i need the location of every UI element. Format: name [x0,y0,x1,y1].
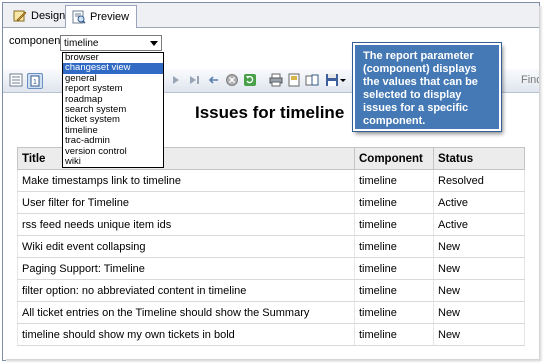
back-icon[interactable] [207,73,221,87]
cell-title: Paging Support: Timeline [17,257,355,280]
table-row: timeline should show my own tickets in b… [17,323,525,346]
export-dropdown-icon[interactable] [339,73,347,87]
cell-status: Active [433,213,525,236]
cell-component: timeline [354,169,434,192]
find-label[interactable]: Find [521,74,539,86]
table-row: All ticket entries on the Timeline shoul… [17,301,525,324]
tab-preview-label: Preview [90,11,130,23]
cell-component: timeline [354,235,434,258]
refresh-icon[interactable] [243,73,257,87]
save-icon[interactable] [325,73,339,87]
cell-component: timeline [354,213,434,236]
report-viewer-window: Design Preview component timeline browse… [2,2,540,361]
cell-title: filter option: no abbreviated content in… [17,279,355,302]
stop-icon[interactable] [225,73,239,87]
explanation-callout: The report parameter (component) display… [352,42,502,132]
table-row: Wiki edit event collapsing timeline New [17,235,525,258]
design-icon [13,9,27,23]
cell-component: timeline [354,279,434,302]
cell-title: rss feed needs unique item ids [17,213,355,236]
component-select[interactable]: timeline [60,35,162,51]
cell-component: timeline [354,301,434,324]
tab-design-label: Design [31,10,66,22]
page-view-icon[interactable]: 1 [27,73,43,89]
tab-preview[interactable]: Preview [65,5,137,28]
cell-status: New [433,279,525,302]
window-shadow-bottom [6,359,540,363]
cell-title: timeline should show my own tickets in b… [17,323,355,346]
cell-status: Active [433,191,525,214]
window-shadow-right [539,6,543,361]
cell-status: New [433,323,525,346]
table-row: rss feed needs unique item ids timeline Ac… [17,213,525,236]
cell-title: Wiki edit event collapsing [17,235,355,258]
preview-icon [72,10,86,24]
column-header-component: Component [354,147,434,170]
dropdown-option[interactable]: wiki [63,156,163,167]
cell-title: User filter for Timeline [17,191,355,214]
svg-text:1: 1 [33,79,37,86]
cell-component: timeline [354,257,434,280]
component-dropdown-list[interactable]: browser changeset view general report syste… [62,52,164,169]
chevron-down-icon [150,40,158,46]
cell-title: All ticket entries on the Timeline shoul… [17,301,355,324]
issues-table: Title Component Status Make timestamps l… [17,147,525,346]
cell-component: timeline [354,323,434,346]
tab-design[interactable]: Design [7,6,69,26]
cell-status: New [433,301,525,324]
parameter-label: component [9,35,64,47]
last-page-icon[interactable] [187,73,201,87]
cell-status: New [433,257,525,280]
table-row: Make timestamps link to timeline timeline… [17,169,525,192]
cell-title: Make timestamps link to timeline [17,169,355,192]
cell-status: New [433,235,525,258]
table-row: filter option: no abbreviated content in… [17,279,525,302]
component-select-value: timeline [64,37,99,49]
cell-component: timeline [354,191,434,214]
tab-strip: Design Preview [3,3,539,28]
page-setup-icon[interactable] [305,73,319,87]
table-row: Paging Support: Timeline timeline New [17,257,525,280]
print-layout-icon[interactable] [287,73,301,87]
print-icon[interactable] [269,73,283,87]
report-title: Issues for timeline [195,103,345,122]
next-page-icon[interactable] [169,73,183,87]
toggle-sidebar-icon[interactable] [9,73,23,87]
cell-status: Resolved [433,169,525,192]
column-header-status: Status [433,147,525,170]
table-row: User filter for Timeline timeline Active [17,191,525,214]
